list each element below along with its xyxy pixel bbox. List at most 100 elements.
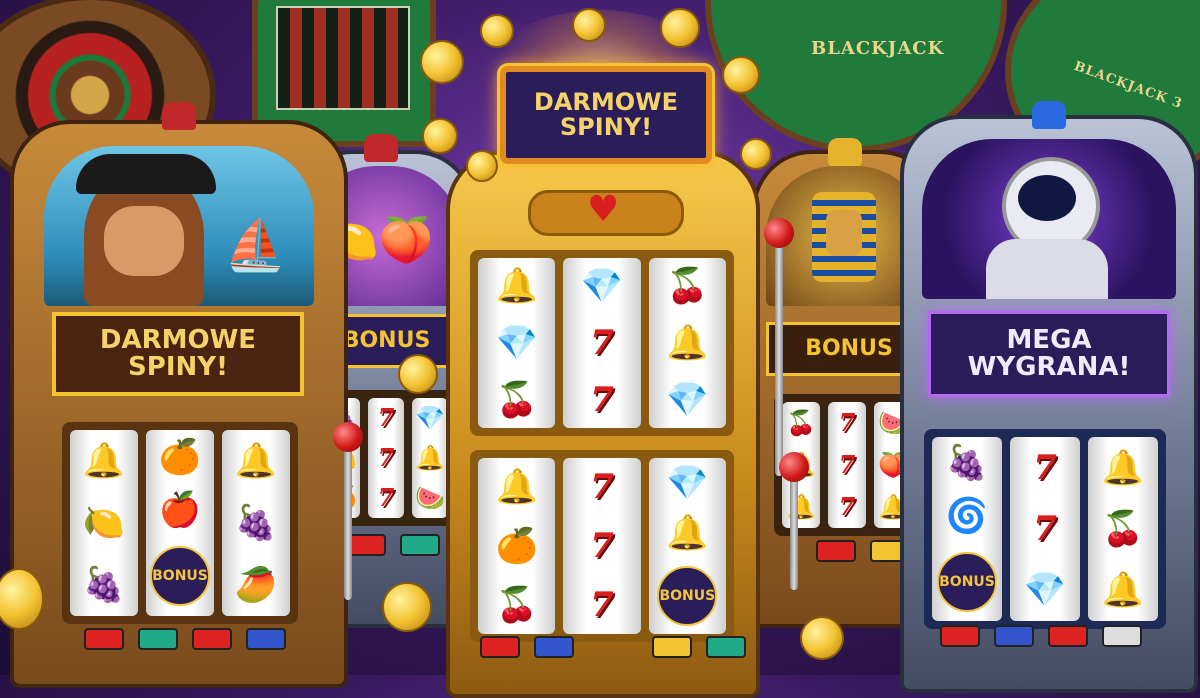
reel-symbol: 💎: [666, 463, 709, 503]
beacon: [162, 102, 196, 130]
coin: [422, 118, 458, 154]
lever-knob[interactable]: [779, 452, 809, 482]
reel-symbol: 🔔: [1101, 570, 1145, 611]
reel-symbol: 🍒: [786, 409, 816, 437]
spin-button[interactable]: [480, 636, 520, 658]
coin: [382, 582, 432, 632]
reel-symbol: 🔔: [495, 467, 538, 508]
beacon: [828, 138, 862, 166]
free-spins-marquee: DARMOWE SPINY!: [500, 66, 712, 164]
astronaut-artwork: [922, 139, 1176, 299]
bet-button[interactable]: [400, 534, 440, 556]
coin: [740, 138, 772, 170]
spin-button[interactable]: [940, 625, 980, 647]
reel-symbol: 🍒: [1101, 508, 1145, 549]
reel: 🍇 🌀 BONUS: [932, 437, 1002, 621]
free-spins-sign: DARMOWE SPINY!: [52, 312, 304, 396]
reels-bottom: 🔔 🍊 🍒 7 7 7 💎 🔔 BONUS: [470, 450, 734, 642]
seven-symbol: 7: [838, 450, 856, 479]
reel-symbol: 💎: [580, 266, 624, 307]
reel-symbol: 🔔: [666, 322, 709, 363]
reel-symbol: 🔔: [666, 513, 709, 553]
coin: [398, 354, 438, 394]
reel-symbol: 💎: [495, 322, 538, 363]
beacon: [1032, 101, 1066, 129]
space-slot-machine[interactable]: MEGA WYGRANA! 🍇 🌀 BONUS 7 7 💎 🔔 🍒 🔔: [900, 101, 1198, 693]
seven-symbol: 7: [377, 483, 395, 512]
lever[interactable]: [344, 440, 352, 600]
seven-symbol: 7: [590, 525, 614, 566]
winged-heart-emblem: ♥: [528, 189, 684, 236]
bonus-symbol: BONUS: [150, 546, 210, 607]
info-button[interactable]: [706, 636, 746, 658]
reel: 🍒 🔔 💎: [648, 258, 726, 428]
reel-symbol: 🍒: [495, 379, 538, 420]
reels: 🔔 🍋 🍇 🍊 🍎 BONUS 🔔 🍇 🥭: [62, 422, 298, 624]
reel-symbol: 🍊: [495, 525, 538, 566]
reel-symbol: 🔔: [495, 266, 538, 307]
reel-symbol: 🔔: [82, 441, 126, 481]
reel: 🔔 🍇 🥭: [222, 430, 290, 616]
pirate-slot-machine[interactable]: ⛵ DARMOWE SPINY! 🔔 🍋 🍇 🍊 🍎 BONUS 🔔 🍇 🥭: [10, 102, 348, 688]
beacon: [364, 134, 398, 162]
reel-symbol: 🍇: [945, 443, 989, 484]
reel-symbol: 🔔: [234, 441, 278, 481]
reel: 🍊 🍎 BONUS: [146, 430, 214, 616]
reel-symbol: 🥭: [234, 565, 278, 605]
reel: 🔔 💎 🍒: [478, 258, 556, 428]
bet-button[interactable]: [534, 636, 574, 658]
reel: 🔔 🍊 🍒: [478, 458, 556, 634]
bonus-symbol: BONUS: [657, 566, 718, 626]
reel: 7 7 7: [563, 458, 641, 634]
reel-symbol: 🍋: [82, 503, 126, 543]
reels: 🍇 🌀 BONUS 7 7 💎 🔔 🍒 🔔: [924, 429, 1166, 629]
reel-symbol: 🌀: [945, 495, 989, 536]
coin: [660, 8, 700, 48]
seven-symbol: 7: [838, 492, 856, 521]
reel-symbol: 🔔: [415, 444, 445, 472]
reel-symbol: 🍊: [158, 436, 202, 477]
info-button[interactable]: [246, 628, 286, 650]
reel: 💎 🔔 BONUS: [648, 458, 726, 634]
reel: 🔔 🍒 🔔: [1088, 437, 1158, 621]
coin: [800, 616, 844, 660]
seven-symbol: 7: [1033, 447, 1057, 488]
reel: 💎 🔔 🍉: [412, 398, 448, 518]
lever[interactable]: [775, 236, 783, 476]
seven-symbol: 7: [590, 322, 614, 363]
lever[interactable]: [790, 470, 798, 590]
reel: 7 7 7: [828, 402, 866, 528]
max-bet-button[interactable]: [1048, 625, 1088, 647]
seven-symbol: 7: [838, 408, 856, 437]
bonus-symbol: BONUS: [937, 551, 997, 612]
lever-knob[interactable]: [333, 422, 363, 452]
info-button[interactable]: [1102, 625, 1142, 647]
reel-symbol: 💎: [415, 404, 445, 432]
reel-symbol: 🍇: [234, 503, 278, 543]
coin: [480, 14, 514, 48]
reel-symbol: 🍒: [495, 584, 538, 625]
lever-knob[interactable]: [764, 218, 794, 248]
coin: [466, 150, 498, 182]
max-bet-button[interactable]: [652, 636, 692, 658]
blackjack-label-2: BLACKJACK 3: [1071, 58, 1185, 113]
bet-button[interactable]: [138, 628, 178, 650]
bet-button[interactable]: [994, 625, 1034, 647]
spin-button[interactable]: [816, 540, 856, 562]
reels-top: 🔔 💎 🍒 💎 7 7 🍒 🔔 💎: [470, 250, 734, 436]
blackjack-label: BLACKJACK: [811, 38, 945, 59]
max-bet-button[interactable]: [192, 628, 232, 650]
seven-symbol: 7: [590, 379, 614, 420]
mega-win-sign: MEGA WYGRANA!: [928, 311, 1170, 397]
spin-button[interactable]: [346, 534, 386, 556]
reel-symbol: 🍉: [415, 484, 445, 512]
coin: [420, 40, 464, 84]
reel-symbol: 🔔: [1101, 447, 1145, 488]
reel: 7 7 💎: [1010, 437, 1080, 621]
reel: 💎 7 7: [563, 258, 641, 428]
spin-button[interactable]: [84, 628, 124, 650]
seven-symbol: 7: [1033, 508, 1057, 549]
center-slot-machine[interactable]: ♥ 🔔 💎 🍒 💎 7 7 🍒 🔔 💎 🔔 🍊 🍒 7 7 7 💎 🔔 BONUS: [446, 150, 760, 698]
coin: [722, 56, 760, 94]
seven-symbol: 7: [377, 403, 395, 432]
